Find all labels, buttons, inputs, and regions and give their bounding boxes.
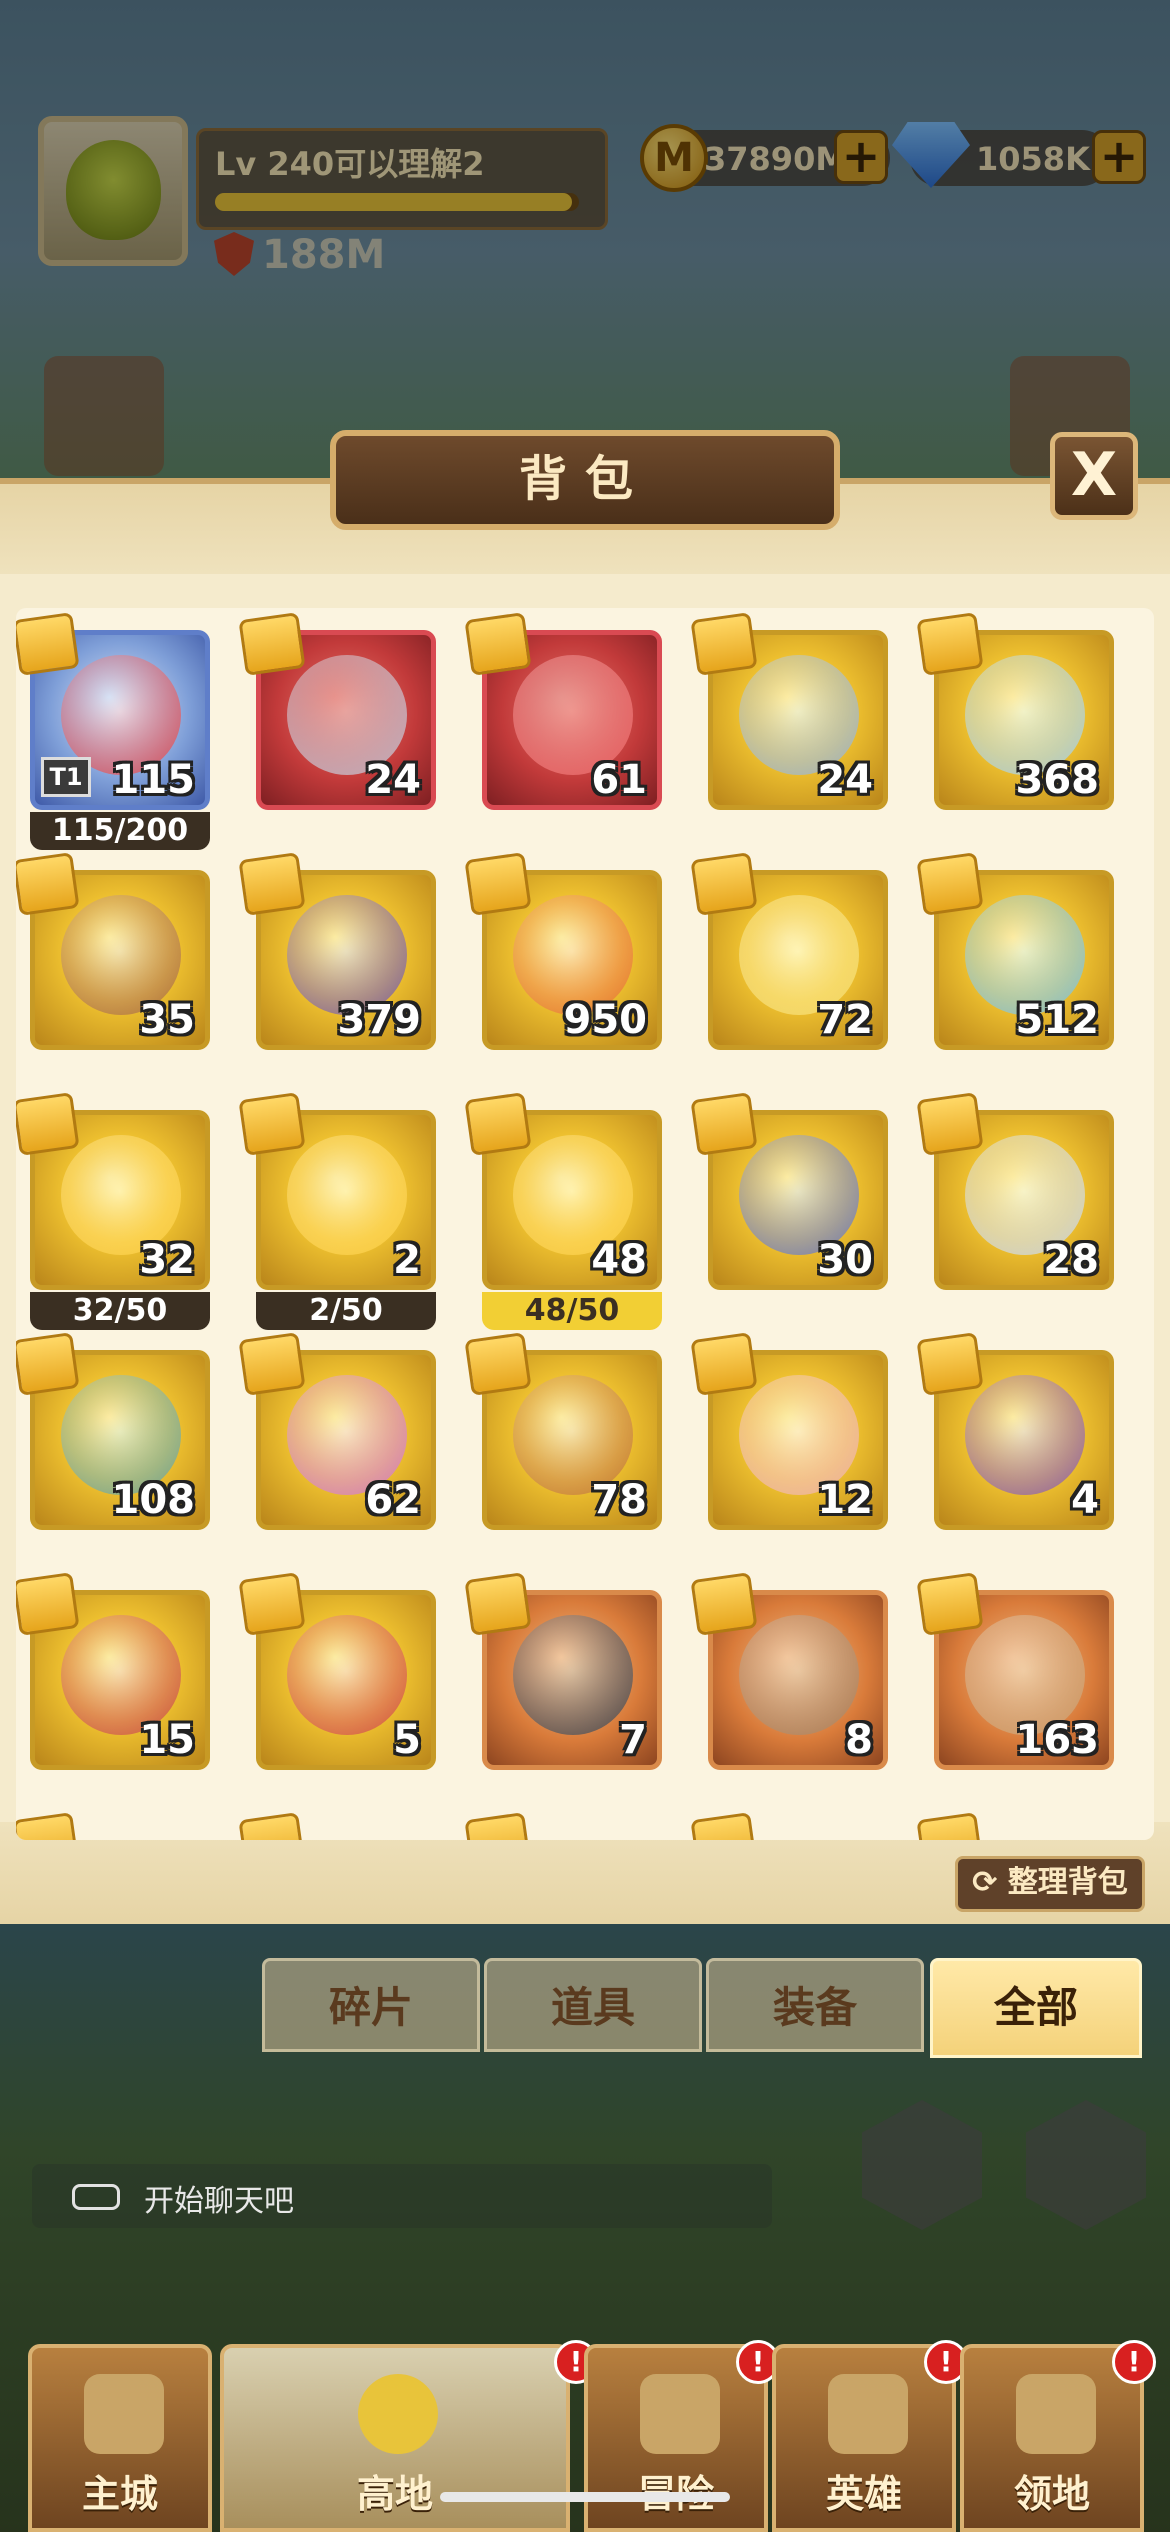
item-tag-icon: [16, 612, 80, 676]
item-count: 48: [591, 1237, 647, 1283]
item-tag-icon: [238, 1332, 306, 1396]
item-count: 12: [817, 1477, 873, 1523]
territory-icon: [1016, 2374, 1096, 2454]
item-count: 32: [139, 1237, 195, 1283]
nav-main-city[interactable]: 主城: [28, 2344, 212, 2532]
item-count: 379: [337, 997, 422, 1043]
sort-backpack-button[interactable]: ⟳ 整理背包: [955, 1856, 1145, 1912]
item-tag-icon: [16, 1812, 80, 1840]
item-count: 108: [111, 1477, 196, 1523]
item-tag-icon: [16, 1332, 80, 1396]
item-tag-icon: [916, 612, 984, 676]
item-count: 78: [591, 1477, 647, 1523]
item-count: 8: [845, 1717, 873, 1763]
item-tag-icon: [916, 1572, 984, 1636]
tab-all[interactable]: 全部: [930, 1958, 1142, 2058]
item-tag-icon: [464, 1092, 532, 1156]
item-tag-icon: [464, 852, 532, 916]
nav-territory[interactable]: 领地 !: [960, 2340, 1156, 2532]
nav-adventure[interactable]: 冒险 !: [584, 2340, 780, 2532]
tab-equipment[interactable]: 装备: [706, 1958, 924, 2052]
item-tier-badge: T1: [41, 757, 91, 797]
item-count: 28: [1043, 1237, 1099, 1283]
item-tag-icon: [16, 1092, 80, 1156]
item-tag-icon: [238, 612, 306, 676]
item-tag-icon: [464, 1572, 532, 1636]
chat-bubble-icon: [72, 2184, 120, 2210]
close-button[interactable]: X: [1050, 432, 1138, 520]
panel-title-plate: 背包: [330, 430, 840, 530]
item-tag-icon: [690, 1092, 758, 1156]
item-progress-bar: 48/50: [482, 1292, 662, 1330]
item-tag-icon: [16, 852, 80, 916]
item-progress-bar: 115/200: [30, 812, 210, 850]
item-count: 35: [139, 997, 195, 1043]
item-grid[interactable]: T1 115 115/200 24 61 24 368 35 379 950 72 512 32 32/5…: [16, 608, 1154, 1840]
item-count: 163: [1015, 1717, 1100, 1763]
item-tag-icon: [464, 1812, 532, 1840]
item-tag-icon: [690, 852, 758, 916]
item-art: [739, 1615, 859, 1735]
sort-backpack-label: 整理背包: [1007, 1865, 1128, 1900]
nav-adventure-label: 冒险: [588, 2463, 764, 2518]
item-art: [965, 1375, 1085, 1495]
nav-territory-label: 领地: [1013, 2472, 1090, 2516]
home-indicator: [440, 2492, 730, 2502]
item-count: 512: [1015, 997, 1100, 1043]
item-tag-icon: [690, 612, 758, 676]
castle-icon: [84, 2374, 164, 2454]
nav-highlands-label: 高地: [356, 2472, 433, 2516]
item-tag-icon: [916, 1332, 984, 1396]
item-tag-icon: [464, 612, 532, 676]
item-tag-icon: [238, 1572, 306, 1636]
nav-heroes-label: 英雄: [825, 2472, 902, 2516]
item-count: 4: [1071, 1477, 1099, 1523]
item-tag-icon: [238, 1812, 306, 1840]
item-count: 2: [393, 1237, 421, 1283]
item-tag-icon: [690, 1332, 758, 1396]
item-art: [287, 1135, 407, 1255]
item-progress-bar: 32/50: [30, 1292, 210, 1330]
item-tag-icon: [690, 1812, 758, 1840]
crossed-swords-icon: [640, 2374, 720, 2454]
nav-heroes[interactable]: 英雄 !: [772, 2340, 968, 2532]
item-tag-icon: [464, 1332, 532, 1396]
nav-territory-badge: !: [1112, 2340, 1156, 2384]
item-tag-icon: [916, 852, 984, 916]
tab-items[interactable]: 道具: [484, 1958, 702, 2052]
item-count: 72: [817, 997, 873, 1043]
item-count: 7: [619, 1717, 647, 1763]
item-tag-icon: [690, 1572, 758, 1636]
helmet-icon: [828, 2374, 908, 2454]
panel-title: 背包: [518, 451, 651, 507]
chat-placeholder: 开始聊天吧: [144, 2184, 294, 2219]
item-count: 950: [563, 997, 648, 1043]
item-count: 62: [365, 1477, 421, 1523]
item-count: 15: [139, 1717, 195, 1763]
item-count: 24: [817, 757, 873, 803]
item-tag-icon: [916, 1092, 984, 1156]
item-count: 30: [817, 1237, 873, 1283]
chat-bar[interactable]: 开始聊天吧: [32, 2164, 772, 2228]
item-count: 368: [1015, 757, 1100, 803]
item-tag-icon: [238, 1092, 306, 1156]
tab-fragments[interactable]: 碎片: [262, 1958, 480, 2052]
nav-highlands[interactable]: 高地 !: [220, 2340, 598, 2532]
item-tag-icon: [238, 852, 306, 916]
nav-main-city-label: 主城: [81, 2472, 158, 2516]
refresh-icon: ⟳: [972, 1865, 1008, 1900]
item-count: 61: [591, 757, 647, 803]
item-count: 5: [393, 1717, 421, 1763]
item-tag-icon: [16, 1572, 80, 1636]
item-art: [287, 1615, 407, 1735]
item-count: 24: [365, 757, 421, 803]
item-count: 115: [111, 757, 196, 803]
item-tag-icon: [916, 1812, 984, 1840]
item-progress-bar: 2/50: [256, 1292, 436, 1330]
highlands-icon: [358, 2374, 438, 2454]
item-art: [513, 1615, 633, 1735]
